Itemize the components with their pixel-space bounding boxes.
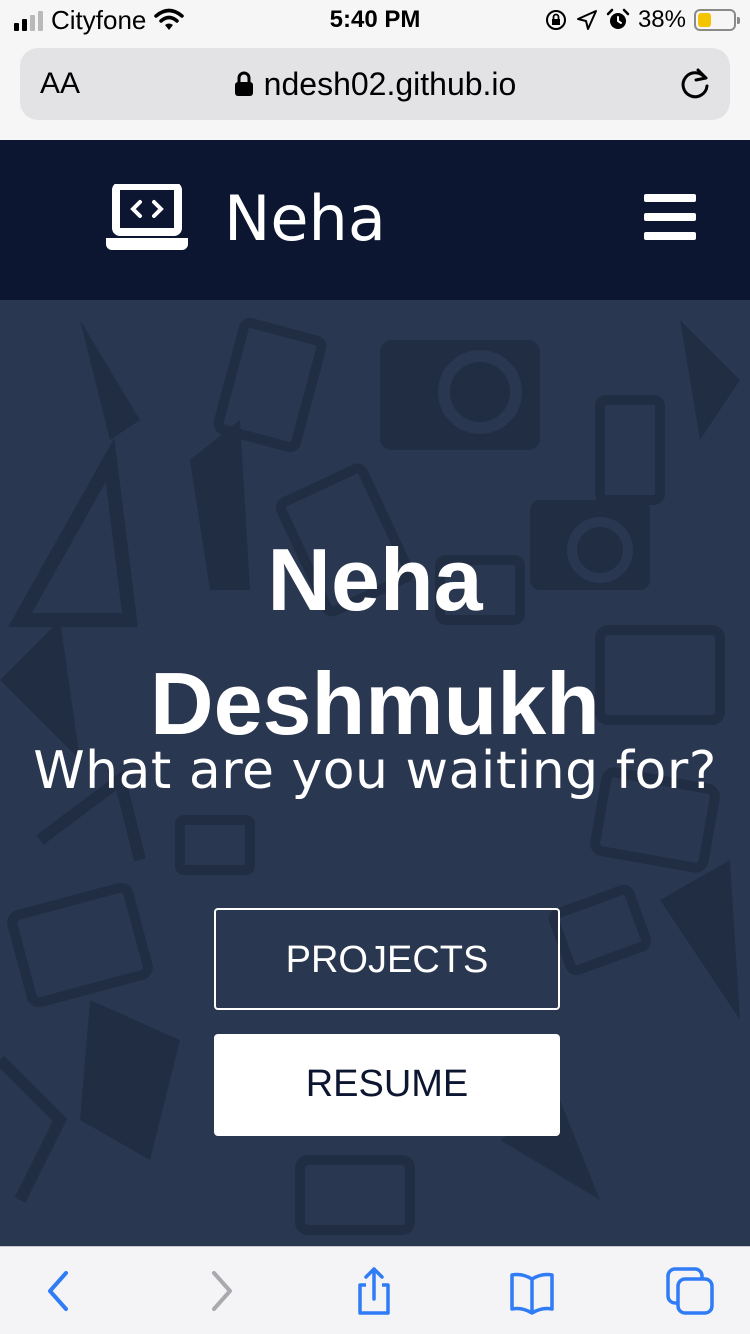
hero-name-line1: Neha — [267, 530, 483, 629]
battery-percent: 38% — [637, 6, 686, 33]
brand-name[interactable]: Neha — [224, 184, 386, 254]
back-icon[interactable] — [36, 1267, 84, 1315]
laptop-code-icon[interactable] — [106, 184, 188, 250]
hero-subtitle: What are you waiting for? — [33, 741, 717, 801]
resume-button[interactable]: RESUME — [214, 1034, 560, 1136]
url-display[interactable]: ndesh02.github.io — [20, 66, 730, 102]
battery-icon — [694, 9, 740, 31]
status-right: 38% — [544, 6, 740, 34]
forward-icon[interactable] — [196, 1267, 244, 1315]
hamburger-menu-icon[interactable] — [644, 192, 700, 242]
url-text: ndesh02.github.io — [263, 66, 517, 102]
orientation-lock-icon — [545, 10, 566, 30]
bookmarks-icon[interactable] — [508, 1267, 556, 1315]
alarm-icon — [606, 8, 630, 29]
browser-toolbar — [0, 1246, 750, 1334]
location-icon — [576, 10, 597, 30]
hero-section: Neha Deshmukh What are you waiting for? … — [0, 300, 750, 1246]
hero-title: Neha Deshmukh — [0, 518, 750, 766]
battery-level-fill — [698, 13, 711, 27]
browser-top-bar: AA ndesh02.github.io — [0, 40, 750, 140]
projects-button[interactable]: PROJECTS — [214, 908, 560, 1010]
reload-icon[interactable] — [678, 66, 712, 102]
share-icon[interactable] — [350, 1267, 398, 1315]
site-navbar: Neha — [0, 140, 750, 300]
address-bar[interactable]: AA ndesh02.github.io — [20, 48, 730, 120]
lock-icon — [234, 71, 253, 96]
status-bar: Cityfone 5:40 PM 38% — [0, 0, 750, 40]
tabs-icon[interactable] — [666, 1267, 714, 1315]
